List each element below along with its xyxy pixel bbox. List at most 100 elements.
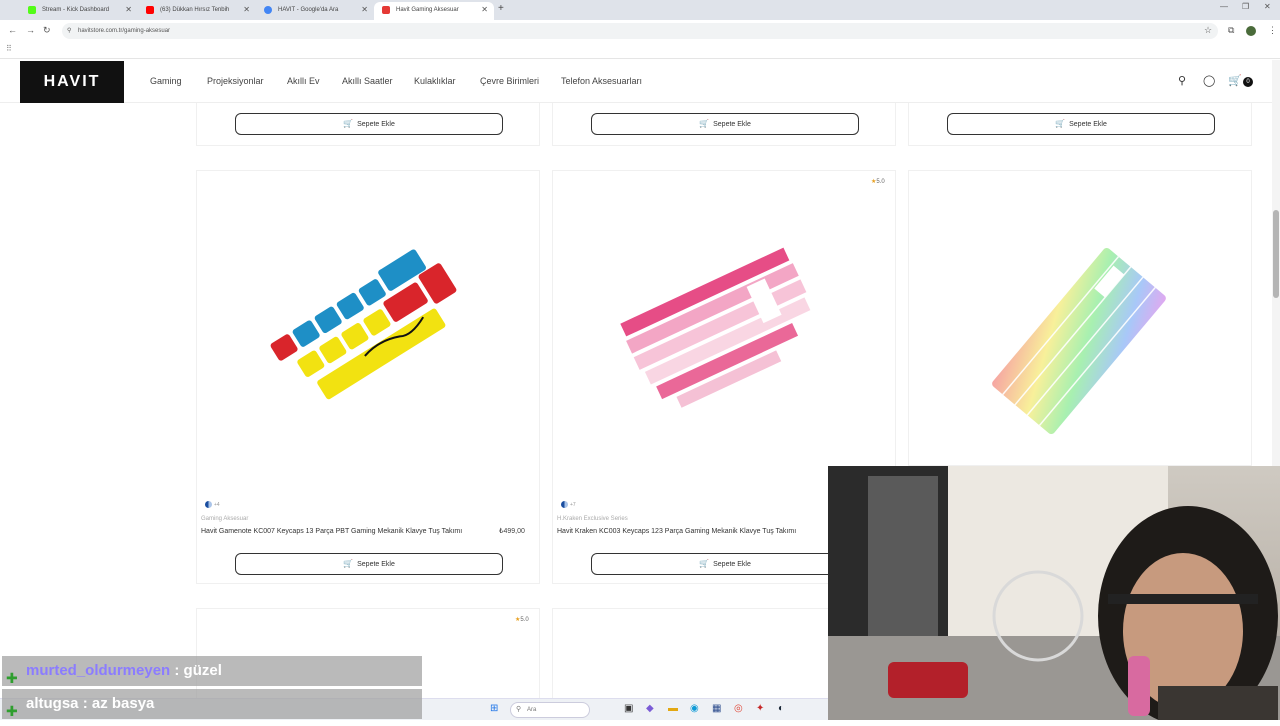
cart-icon: 🛒 (1055, 119, 1066, 128)
store-icon[interactable]: ▦ (712, 703, 721, 714)
product-rating: ★5.0 (515, 616, 529, 623)
add-to-cart-button[interactable]: 🛒 Sepete Ekle (235, 113, 503, 135)
product-rating: ★5.0 (871, 178, 885, 185)
add-to-cart-button[interactable]: 🛒 Sepete Ekle (235, 553, 503, 575)
tab-havit-active[interactable]: Havit Gaming Aksesuar ✕ (374, 2, 494, 20)
product-category: H.Kraken Exclusive Series (557, 516, 628, 522)
chrome-icon[interactable]: ◎ (734, 703, 743, 714)
havit-favicon-icon (382, 6, 390, 14)
browser-tab-bar: Stream - Kick Dashboard ✕ (63) Dükkan Hı… (0, 0, 1280, 20)
chat-message: ✚ murted_oldurmeyen : güzel (2, 656, 422, 686)
product-card[interactable]: +4 Gaming Aksesuar Havit Gamenote KC007 … (196, 170, 540, 584)
file-explorer-icon[interactable]: ▬ (668, 703, 678, 714)
cart-icon: 🛒 (343, 559, 354, 568)
chat-text: : az basya (82, 695, 155, 712)
tab-title: Stream - Kick Dashboard (42, 7, 110, 13)
tab-title: (63) Dükkan Hırsız Tenbih (160, 7, 230, 13)
user-icon[interactable]: ◯ (1203, 74, 1215, 87)
extensions-icon[interactable]: ⧉ (1228, 25, 1234, 36)
add-to-cart-button[interactable]: 🛒 Sepete Ekle (591, 553, 859, 575)
windows-icon[interactable]: ⊞ (490, 703, 498, 714)
url-text: havitstore.com.tr/gaming-aksesuar (78, 28, 171, 34)
app-icon[interactable]: ◆ (646, 703, 654, 714)
new-tab-icon[interactable]: + (498, 3, 504, 14)
reload-icon[interactable]: ↻ (43, 25, 51, 36)
havit-logo[interactable]: HAVIT (20, 61, 124, 103)
profile-avatar[interactable] (1246, 26, 1256, 36)
search-icon: ⚲ (516, 706, 522, 713)
close-window-icon[interactable]: ✕ (1264, 2, 1271, 11)
site-info-icon[interactable]: ⚲ (67, 23, 71, 39)
cart-icon[interactable]: 🛒 (1228, 74, 1242, 87)
bookmark-star-icon[interactable]: ☆ (1204, 25, 1212, 36)
color-swatches[interactable]: +4 (205, 501, 220, 508)
menu-item-peripherals[interactable]: Çevre Birimleri (480, 76, 539, 86)
product-name[interactable]: Havit Gamenote KC007 Keycaps 13 Parça PB… (201, 527, 491, 536)
swatch-count: 7 (572, 501, 576, 508)
color-swatches[interactable]: +7 (561, 501, 576, 508)
tab-kick-dashboard[interactable]: Stream - Kick Dashboard ✕ (20, 2, 138, 20)
rating-value: 5.0 (876, 179, 885, 185)
taskbar-search-placeholder: Ara (527, 707, 537, 713)
close-tab-icon[interactable]: ✕ (481, 2, 488, 18)
forward-icon[interactable]: → (26, 25, 35, 35)
menu-item-projectors[interactable]: Projeksiyonlar (207, 76, 264, 86)
button-label: Sepete Ekle (1069, 121, 1107, 128)
cart-icon: 🛒 (699, 559, 710, 568)
more-menu-icon[interactable]: ⋮ (1268, 25, 1277, 36)
maximize-icon[interactable]: ❐ (1242, 2, 1249, 11)
tab-youtube[interactable]: (63) Dükkan Hırsız Tenbih ✕ (138, 2, 256, 20)
product-image-rainbow-keycaps[interactable] (979, 231, 1179, 451)
search-icon[interactable]: ⚲ (1178, 74, 1186, 87)
rating-value: 5.0 (520, 617, 529, 623)
menu-item-phone-accessories[interactable]: Telefon Aksesuarları (561, 76, 642, 86)
edge-icon[interactable]: ◉ (690, 703, 699, 714)
product-card-prev-3: 🛒 Sepete Ekle (908, 103, 1252, 146)
product-image-keycaps-kc003[interactable] (613, 241, 833, 421)
menu-item-headphones[interactable]: Kulaklıklar (414, 76, 456, 86)
menu-item-smart-home[interactable]: Akıllı Ev (287, 76, 320, 86)
kick-favicon-icon (28, 6, 36, 14)
product-name[interactable]: Havit Kraken KC003 Keycaps 123 Parça Gam… (557, 527, 847, 536)
tab-title: HAVIT - Google'da Ara (278, 7, 339, 13)
add-to-cart-button[interactable]: 🛒 Sepete Ekle (947, 113, 1215, 135)
product-category: Gaming Aksesuar (201, 516, 249, 522)
tab-title: Havit Gaming Aksesuar (396, 7, 459, 13)
youtube-favicon-icon (146, 6, 154, 14)
swatch-dot (205, 501, 212, 508)
close-tab-icon[interactable]: ✕ (243, 2, 250, 18)
close-tab-icon[interactable]: ✕ (361, 2, 368, 18)
tab-google-search[interactable]: HAVIT - Google'da Ara ✕ (256, 2, 374, 20)
google-favicon-icon (264, 6, 272, 14)
webcam-overlay (828, 466, 1280, 720)
app-icon[interactable]: ✦ (756, 703, 764, 714)
minimize-icon[interactable]: — (1220, 2, 1228, 11)
product-card-prev-1: 🛒 Sepete Ekle (196, 103, 540, 146)
cart-icon: 🛒 (699, 119, 710, 128)
button-label: Sepete Ekle (713, 121, 751, 128)
chat-text: : güzel (174, 662, 222, 679)
apps-grid-icon[interactable]: ⠿ (6, 44, 12, 53)
site-header: HAVIT Gaming Projeksiyonlar Akıllı Ev Ak… (0, 60, 1272, 103)
bookmarks-bar: ⠿ (0, 42, 1280, 59)
chat-message: ✚ altugsa : az basya (2, 689, 422, 719)
url-input[interactable]: ⚲ havitstore.com.tr/gaming-aksesuar (62, 23, 1218, 39)
product-card-prev-2: 🛒 Sepete Ekle (552, 103, 896, 146)
product-image-keycaps-kc007[interactable] (257, 231, 477, 431)
button-label: Sepete Ekle (713, 561, 751, 568)
page-scrollbar-thumb[interactable] (1273, 210, 1279, 298)
product-card[interactable] (908, 170, 1252, 466)
steam-icon[interactable]: ◐ (778, 703, 784, 714)
taskbar-search-input[interactable]: ⚲ Ara (510, 702, 590, 718)
product-price: ₺499,00 (499, 528, 525, 535)
menu-item-smart-watches[interactable]: Akıllı Saatler (342, 76, 393, 86)
close-tab-icon[interactable]: ✕ (125, 2, 132, 18)
add-to-cart-button[interactable]: 🛒 Sepete Ekle (591, 113, 859, 135)
back-icon[interactable]: ← (8, 25, 17, 35)
cart-count-badge: 0 (1243, 77, 1253, 87)
chat-username: murted_oldurmeyen (26, 662, 171, 679)
menu-item-gaming[interactable]: Gaming (150, 76, 182, 86)
cart-icon: 🛒 (343, 119, 354, 128)
task-view-icon[interactable]: ▣ (624, 703, 633, 714)
button-label: Sepete Ekle (357, 121, 395, 128)
